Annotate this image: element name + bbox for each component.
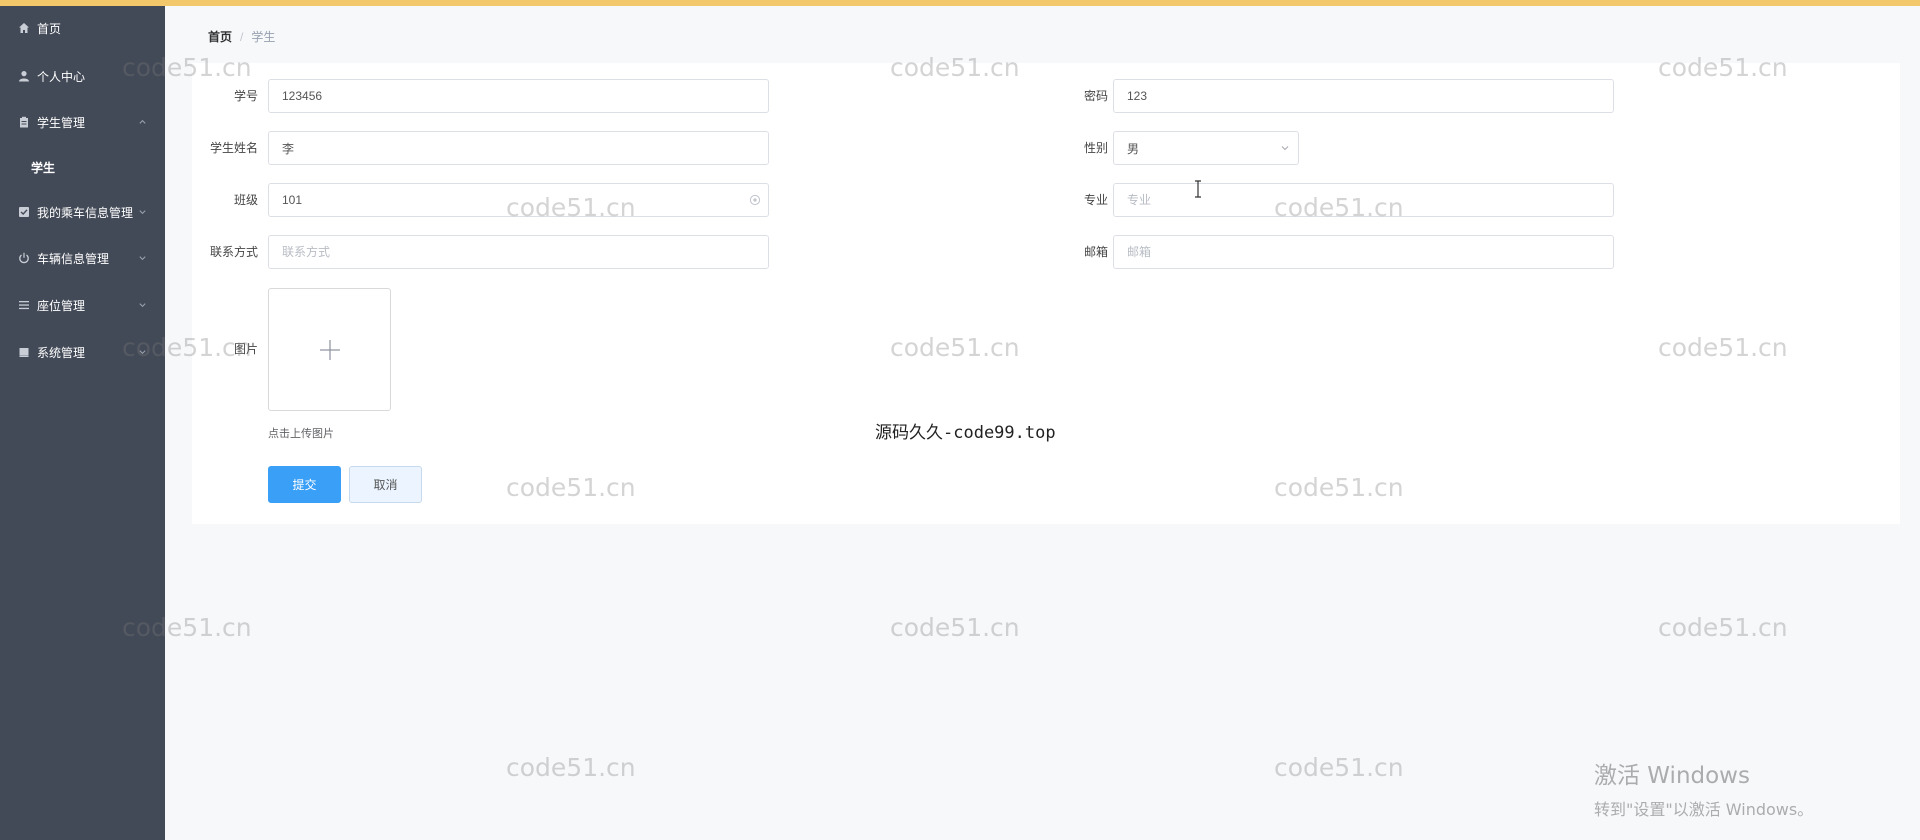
source-overlay-text: 源码久久-code99.top (875, 423, 1056, 443)
breadcrumb-separator: / (240, 29, 244, 44)
picture-upload[interactable] (268, 288, 391, 411)
sidebar-item-label: 系统管理 (37, 345, 86, 360)
student-name-field[interactable] (268, 131, 769, 165)
class-input[interactable] (282, 193, 755, 207)
sidebar-subitem-label: 学生 (31, 160, 56, 175)
email-label: 邮箱 (1083, 245, 1108, 259)
sidebar-item-ride-info[interactable]: 我的乘车信息管理 (0, 197, 165, 227)
contact-label: 联系方式 (209, 245, 258, 259)
clipboard-icon (18, 116, 30, 128)
breadcrumb-current: 学生 (251, 30, 276, 44)
cancel-button[interactable]: 取消 (349, 466, 422, 503)
chevron-down-icon (139, 303, 146, 308)
user-icon (18, 70, 30, 82)
password-input[interactable] (1127, 89, 1600, 103)
sidebar-item-label: 个人中心 (37, 69, 86, 84)
sidebar-item-label: 学生管理 (37, 115, 86, 130)
gender-label: 性别 (1083, 141, 1108, 155)
list-icon (18, 299, 30, 311)
student-form-card: 学号 密码 学生姓名 性别 男 班级 专业 联系方式 (192, 63, 1900, 524)
breadcrumb-home[interactable]: 首页 (208, 28, 232, 45)
sidebar-item-vehicle-info[interactable]: 车辆信息管理 (0, 243, 165, 273)
sidebar-item-label: 我的乘车信息管理 (37, 205, 134, 220)
student-name-input[interactable] (282, 141, 755, 155)
student-name-label: 学生姓名 (209, 141, 258, 155)
sidebar-item-profile[interactable]: 个人中心 (0, 61, 165, 91)
password-field[interactable] (1113, 79, 1614, 113)
sidebar-item-student-management[interactable]: 学生管理 (0, 107, 165, 137)
sidebar-item-label: 座位管理 (37, 298, 86, 313)
contact-field[interactable] (268, 235, 769, 269)
sidebar-item-system-management[interactable]: 系统管理 (0, 337, 165, 367)
upload-tip: 点击上传图片 (268, 428, 334, 440)
breadcrumb: 首页 / 学生 (208, 28, 275, 45)
text-cursor-icon (1195, 180, 1201, 198)
password-label: 密码 (1083, 89, 1108, 103)
class-field[interactable] (268, 183, 769, 217)
power-icon (18, 252, 30, 264)
home-icon (18, 22, 30, 34)
sidebar-item-seat-management[interactable]: 座位管理 (0, 290, 165, 320)
contact-input[interactable] (282, 245, 755, 259)
gender-selected-value: 男 (1127, 141, 1140, 156)
student-id-input[interactable] (282, 89, 755, 103)
sidebar-item-label: 车辆信息管理 (37, 251, 110, 266)
chevron-down-icon (1281, 146, 1289, 151)
chevron-down-icon (139, 210, 146, 215)
major-label: 专业 (1083, 193, 1108, 207)
chevron-up-icon (139, 119, 146, 124)
picture-label: 图片 (233, 342, 258, 356)
student-id-field[interactable] (268, 79, 769, 113)
chevron-down-icon (139, 256, 146, 261)
sidebar-item-label: 首页 (37, 21, 62, 36)
submit-button[interactable]: 提交 (268, 466, 341, 503)
bookmark-icon (18, 346, 30, 358)
sidebar: 首页 个人中心 学生管理 学生 我的乘车信息管理 车辆信息管理 座位管理 系统管… (0, 6, 165, 840)
sidebar-subitem-student[interactable]: 学生 (0, 152, 165, 182)
email-input[interactable] (1127, 245, 1600, 259)
class-label: 班级 (233, 193, 258, 207)
checkbox-icon (18, 206, 30, 218)
student-id-label: 学号 (233, 89, 258, 103)
clear-icon[interactable] (749, 194, 761, 206)
chevron-down-icon (139, 350, 146, 355)
sidebar-item-home[interactable]: 首页 (0, 13, 165, 43)
major-field[interactable] (1113, 183, 1614, 217)
email-field[interactable] (1113, 235, 1614, 269)
plus-icon (319, 339, 340, 360)
gender-select[interactable]: 男 (1113, 131, 1299, 165)
